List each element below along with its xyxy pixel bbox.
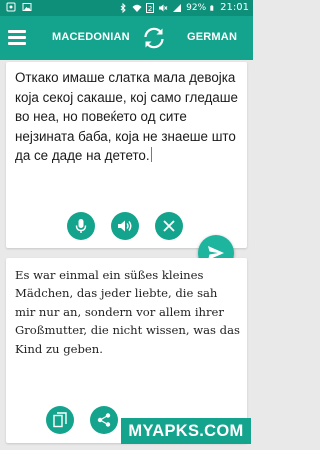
text-cursor xyxy=(150,147,153,162)
menu-icon[interactable] xyxy=(8,29,26,45)
status-bar: 2 92% 21:01 xyxy=(0,0,253,16)
translation-text: Es war einmal ein süßes kleines Mädchen,… xyxy=(15,268,240,356)
swap-languages-icon[interactable] xyxy=(141,25,167,51)
copy-button[interactable] xyxy=(46,406,74,434)
source-text-input[interactable]: Откако имаше слатка мала девојка која се… xyxy=(15,68,240,166)
app-toolbar: MACEDONIAN GERMAN xyxy=(0,16,253,60)
battery-icon xyxy=(210,4,214,11)
clear-text-button[interactable] xyxy=(155,212,183,240)
watermark-logo: MYAPKS.COM xyxy=(121,418,251,444)
signal-icon xyxy=(173,3,182,12)
mute-icon xyxy=(159,4,168,11)
speak-button[interactable] xyxy=(111,212,139,240)
translation-card: Es war einmal ein süßes kleines Mädchen,… xyxy=(6,258,247,443)
battery-level: 92% xyxy=(186,2,207,13)
copy-icon xyxy=(53,412,67,428)
source-text-value: Откако имаше слатка мала девојка која се… xyxy=(15,70,238,163)
close-icon xyxy=(163,220,175,232)
source-language-selector[interactable]: MACEDONIAN xyxy=(52,31,130,43)
speaker-icon xyxy=(118,220,132,232)
target-language-selector[interactable]: GERMAN xyxy=(187,31,237,43)
share-button[interactable] xyxy=(90,406,118,434)
microphone-icon xyxy=(75,219,87,233)
share-icon xyxy=(97,413,111,427)
wifi-icon xyxy=(132,4,142,12)
android-icon xyxy=(6,2,16,12)
bluetooth-icon xyxy=(120,2,126,13)
microphone-button[interactable] xyxy=(67,212,95,240)
clock: 21:01 xyxy=(220,2,249,13)
sim-2-icon: 2 xyxy=(146,2,155,13)
source-text-card: Откако имаше слатка мала девојка која се… xyxy=(6,62,247,248)
image-icon xyxy=(22,3,32,11)
